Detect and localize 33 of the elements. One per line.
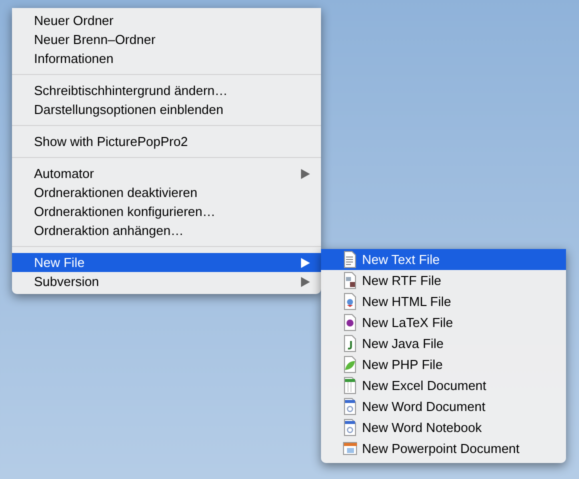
- menu-item[interactable]: Informationen: [12, 49, 321, 68]
- text-document-icon: [342, 251, 358, 268]
- presentation-document-icon: [342, 440, 358, 457]
- menu-item[interactable]: New PHP File: [321, 354, 566, 375]
- menu-item[interactable]: New RTF File: [321, 270, 566, 291]
- word-document-icon: [342, 419, 358, 436]
- web-document-icon: [342, 293, 358, 310]
- menu-item[interactable]: New File: [12, 253, 321, 272]
- menu-item[interactable]: New LaTeX File: [321, 312, 566, 333]
- menu-item[interactable]: Ordneraktionen deaktivieren: [12, 183, 321, 202]
- menu-item[interactable]: Show with PicturePopPro2: [12, 132, 321, 151]
- menu-item[interactable]: Ordneraktionen konfigurieren…: [12, 202, 321, 221]
- menu-item[interactable]: New Text File: [321, 249, 566, 270]
- menu-item[interactable]: New Word Notebook: [321, 417, 566, 438]
- menu-item[interactable]: New Excel Document: [321, 375, 566, 396]
- submenu-arrow-icon: [301, 168, 310, 178]
- menu-item[interactable]: Neuer Ordner: [12, 11, 321, 30]
- menu-item[interactable]: Schreibtischhintergrund ändern…: [12, 81, 321, 100]
- menu-item[interactable]: New HTML File: [321, 291, 566, 312]
- leaf-document-icon: [342, 356, 358, 373]
- menu-item[interactable]: New Word Document: [321, 396, 566, 417]
- menu-item[interactable]: Subversion: [12, 272, 321, 291]
- menu-item[interactable]: Darstellungsoptionen einblenden: [12, 100, 321, 119]
- rich-text-document-icon: [342, 272, 358, 289]
- menu-item[interactable]: New Java File: [321, 333, 566, 354]
- menu-item[interactable]: Neuer Brenn–Ordner: [12, 30, 321, 49]
- menu-item[interactable]: Ordneraktion anhängen…: [12, 221, 321, 240]
- word-document-icon: [342, 398, 358, 415]
- spreadsheet-document-icon: [342, 377, 358, 394]
- menu-item[interactable]: New Powerpoint Document: [321, 438, 566, 459]
- menu-item[interactable]: Automator: [12, 164, 321, 183]
- latex-document-icon: [342, 314, 358, 331]
- java-document-icon: [342, 335, 358, 352]
